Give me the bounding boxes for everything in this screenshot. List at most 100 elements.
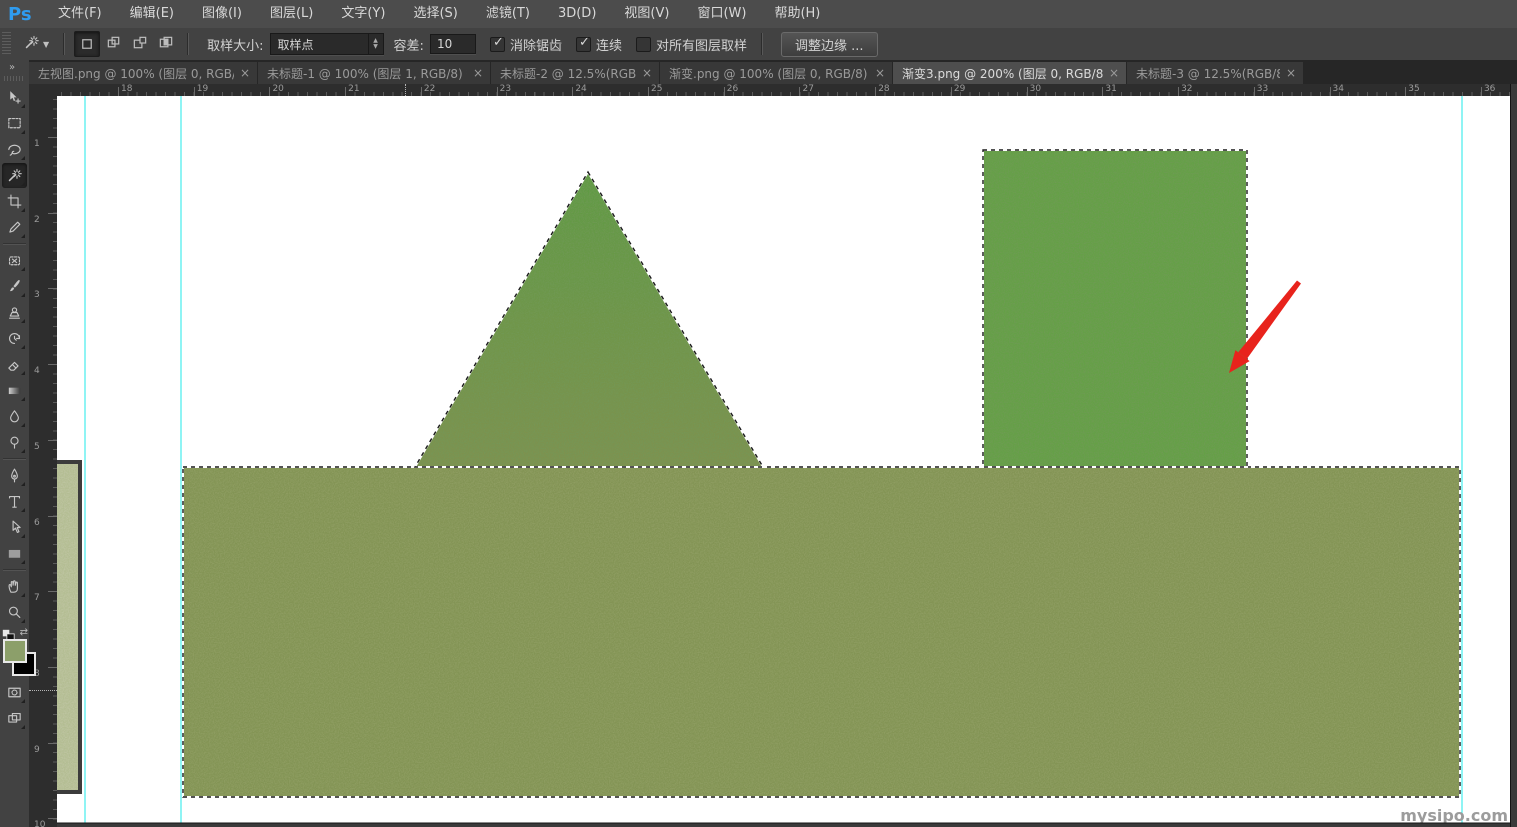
tab-close-icon[interactable]: ×	[1103, 66, 1126, 80]
path-selection-tool-button[interactable]	[2, 515, 27, 540]
lasso-tool-button[interactable]	[2, 137, 27, 162]
vruler-label: 7	[34, 593, 40, 603]
sample-size-dropdown[interactable]: 取样点 ▲▼	[270, 33, 384, 55]
ruler-major-tick	[48, 364, 57, 365]
document-tab-1[interactable]: 左视图.png @ 100% (图层 0, RGB/8)×	[29, 62, 257, 84]
menu-item-4[interactable]: 图层(L)	[256, 0, 327, 28]
hruler-label: 34	[1333, 84, 1344, 94]
tab-close-icon[interactable]: ×	[636, 66, 659, 80]
rectangular-marquee-tool-button[interactable]	[2, 111, 27, 136]
hruler-label: 18	[121, 84, 132, 94]
stepper-icon[interactable]: ▲▼	[368, 34, 383, 54]
ruler-major-tick	[799, 87, 800, 96]
menu-item-11[interactable]: 帮助(H)	[760, 0, 834, 28]
checkbox-3[interactable]	[636, 37, 651, 52]
screen-mode-button[interactable]	[2, 706, 27, 731]
vruler-label: 5	[34, 442, 40, 452]
document-tab-3[interactable]: 未标题-2 @ 12.5%(RGB/8)×	[491, 62, 659, 84]
new-selection-button[interactable]	[74, 31, 100, 57]
hand-tool-button[interactable]	[2, 574, 27, 599]
crop-tool-button[interactable]	[2, 189, 27, 214]
eyedropper-tool-button[interactable]	[2, 215, 27, 240]
ruler-major-tick	[118, 87, 119, 96]
menu-item-6[interactable]: 选择(S)	[399, 0, 471, 28]
move-tool-button[interactable]	[2, 85, 27, 110]
menu-item-9[interactable]: 视图(V)	[610, 0, 683, 28]
tool-options-bar: ▼ 取样大小: 取样点 ▲▼ 容差: 10 ✓消除锯齿✓连续对所有图层取样 调整…	[0, 28, 1517, 61]
spot-healing-brush-tool-button[interactable]	[2, 248, 27, 273]
pen-tool-button[interactable]	[2, 463, 27, 488]
ruler-major-tick	[48, 591, 57, 592]
clone-stamp-tool-button[interactable]	[2, 300, 27, 325]
menu-item-1[interactable]: 文件(F)	[44, 0, 116, 28]
hruler-label: 30	[1030, 84, 1041, 94]
document-tab-5[interactable]: 渐变3.png @ 200% (图层 0, RGB/8) *×	[893, 62, 1126, 84]
ruler-major-tick	[48, 213, 57, 214]
menu-item-8[interactable]: 3D(D)	[544, 0, 610, 28]
tab-close-icon[interactable]: ×	[234, 66, 257, 80]
menu-item-5[interactable]: 文字(Y)	[327, 0, 399, 28]
tool-divider	[3, 569, 26, 571]
vruler-label: 3	[34, 290, 40, 300]
blur-tool-button[interactable]	[2, 404, 27, 429]
hruler-label: 32	[1181, 84, 1192, 94]
selection-mode-buttons	[73, 31, 179, 57]
add-to-selection-button[interactable]	[102, 31, 126, 55]
options-bar-grip[interactable]	[2, 32, 11, 56]
intersect-selection-button[interactable]	[154, 31, 178, 55]
refine-edge-button[interactable]: 调整边缘 ...	[781, 32, 878, 57]
swap-colors-icon[interactable]: ⇄	[20, 627, 28, 638]
tolerance-label: 容差:	[394, 35, 424, 54]
hruler-label: 28	[878, 84, 889, 94]
collapse-panel-icon[interactable]: »	[0, 60, 29, 73]
menu-item-2[interactable]: 编辑(E)	[116, 0, 188, 28]
hruler-label: 23	[500, 84, 511, 94]
hruler-label: 21	[348, 84, 359, 94]
quick-mask-button[interactable]	[2, 680, 27, 705]
document-tab-4[interactable]: 渐变.png @ 100% (图层 0, RGB/8) *×	[660, 62, 892, 84]
type-tool-button[interactable]	[2, 489, 27, 514]
tab-label: 渐变.png @ 100% (图层 0, RGB/8) *	[660, 65, 869, 82]
checkbox-2[interactable]: ✓	[576, 37, 591, 52]
tool-preset-picker[interactable]: ▼	[17, 32, 55, 57]
document-tab-6[interactable]: 未标题-3 @ 12.5%(RGB/8)×	[1127, 62, 1303, 84]
gradient-tool-button[interactable]	[2, 378, 27, 403]
tab-close-icon[interactable]: ×	[869, 66, 892, 80]
hruler-label: 33	[1257, 84, 1268, 94]
dodge-tool-button[interactable]	[2, 430, 27, 455]
ruler-position-marker	[405, 84, 406, 96]
document-tab-2[interactable]: 未标题-1 @ 100% (图层 1, RGB/8) *×	[258, 62, 490, 84]
tolerance-input[interactable]: 10	[430, 34, 476, 54]
checkbox-group: 对所有图层取样	[636, 35, 747, 54]
document-canvas[interactable]: mysipo.com	[57, 96, 1510, 827]
hruler-label: 24	[575, 84, 586, 94]
rectangle-tool-button[interactable]	[2, 541, 27, 566]
menu-item-3[interactable]: 图像(I)	[188, 0, 256, 28]
tab-close-icon[interactable]: ×	[1280, 66, 1303, 80]
brush-tool-button[interactable]	[2, 274, 27, 299]
sample-size-value: 取样点	[271, 36, 368, 53]
tools-panel: » ⇄	[0, 60, 30, 827]
history-brush-tool-button[interactable]	[2, 326, 27, 351]
zoom-tool-button[interactable]	[2, 600, 27, 625]
menu-item-10[interactable]: 窗口(W)	[683, 0, 760, 28]
ruler-position-marker	[29, 690, 57, 691]
subtract-from-selection-button[interactable]	[128, 31, 152, 55]
tools-panel-grip[interactable]	[4, 76, 25, 81]
chevron-down-icon: ▼	[43, 40, 49, 49]
foreground-color-swatch[interactable]	[3, 639, 27, 663]
checkbox-1[interactable]: ✓	[490, 37, 505, 52]
ruler-major-tick	[1405, 87, 1406, 96]
tab-label: 未标题-3 @ 12.5%(RGB/8)	[1127, 65, 1280, 82]
magic-wand-tool-button[interactable]	[2, 163, 27, 188]
eraser-tool-button[interactable]	[2, 352, 27, 377]
checkbox-label: 对所有图层取样	[656, 35, 747, 54]
photoshop-logo: Ps	[0, 4, 44, 25]
vertical-ruler[interactable]: 12345678910	[29, 96, 58, 827]
ruler-major-tick	[48, 743, 57, 744]
menu-item-7[interactable]: 滤镜(T)	[472, 0, 544, 28]
tab-close-icon[interactable]: ×	[467, 66, 490, 80]
ruler-major-tick	[1254, 87, 1255, 96]
ruler-major-tick	[48, 440, 57, 441]
sample-size-label: 取样大小:	[207, 35, 263, 54]
